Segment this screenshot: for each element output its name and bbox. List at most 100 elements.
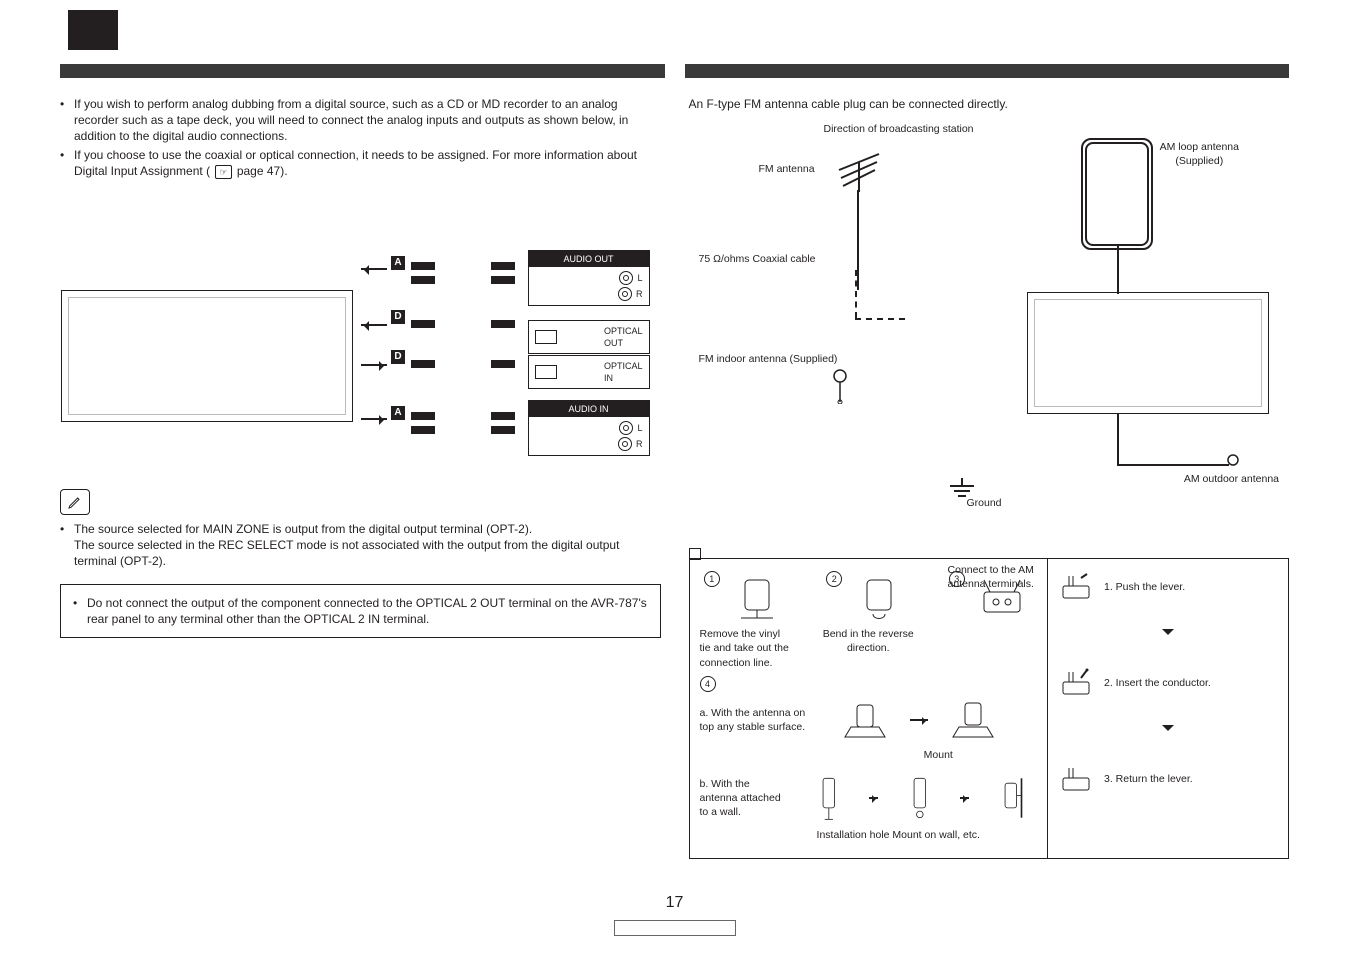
down-arrow-icon (1162, 629, 1174, 641)
optical-plug-out-right (491, 320, 515, 328)
cable-tag-a-top: A (391, 256, 405, 270)
port-optical-out-label-1: OPTICAL (604, 326, 643, 336)
rca-plug-pair-out-right (491, 262, 515, 284)
lever-icon-2 (1058, 667, 1094, 699)
am-loop-assembly-box: 1 Remove the vinyl tie and take out the … (689, 558, 1290, 859)
lever-step-3: 3. Return the lever. (1104, 772, 1193, 786)
assembly-row-1: 1 Remove the vinyl tie and take out the … (700, 571, 1038, 670)
arrow-icon (869, 797, 878, 799)
step-2-figure (848, 571, 910, 623)
am-outdoor-lead-h (1117, 464, 1229, 466)
lever-step-2: 2. Insert the conductor. (1104, 676, 1211, 690)
note-main-zone-line1: The source selected for MAIN ZONE is out… (74, 522, 532, 536)
step-b-figure-1 (801, 772, 855, 824)
note-main-zone-line2: The source selected in the REC SELECT mo… (74, 537, 661, 569)
label-fm-indoor: FM indoor antenna (Supplied) (699, 352, 838, 366)
step-1-text: Remove the vinyl tie and take out the co… (700, 627, 793, 670)
arrow-from-receiver-optical-in (361, 364, 387, 366)
rca-plug-pair-in (411, 412, 435, 434)
am-loop-icon (1085, 142, 1149, 246)
channel-l: L (637, 272, 642, 284)
channel-l: L (637, 422, 642, 434)
coax-dashed (855, 270, 857, 318)
label-supplied-1: (Supplied) (1175, 155, 1223, 167)
channel-r: R (636, 438, 643, 450)
step-a-text: a. With the antenna on top any stable su… (700, 706, 820, 734)
cable-tag-a-bottom: A (391, 406, 405, 420)
arrow-icon (960, 797, 969, 799)
intro-bullets: If you wish to perform analog dubbing fr… (60, 96, 661, 179)
channel-r: R (636, 288, 643, 300)
receiver-rear-mini (1027, 292, 1269, 414)
note-main-zone: The source selected for MAIN ZONE is out… (60, 521, 661, 570)
caution-text: Do not connect the output of the compone… (73, 595, 648, 627)
step-b-text: b. With the antenna attached to a wall. (700, 777, 788, 820)
rca-plug-pair-out (411, 262, 435, 284)
install-label: Installation hole Mount on wall, etc. (760, 828, 1038, 842)
port-audio-out: AUDIO OUT L R (528, 250, 650, 306)
down-arrow-icon (1162, 725, 1174, 737)
rca-jack-icon (619, 271, 633, 285)
page-number: 17 (666, 892, 684, 914)
antenna-intro: An F-type FM antenna cable plug can be c… (689, 96, 1290, 112)
label-coax: 75 Ω/ohms Coaxial cable (699, 252, 816, 266)
page-reference-text: page 47). (234, 164, 288, 178)
page-reference-icon: ☞ (215, 165, 231, 179)
optical-plug-in-right (491, 360, 515, 368)
arrow-icon (910, 719, 928, 721)
step-2-text: Bend in the reverse direction. (822, 627, 915, 655)
page-number-box (614, 920, 736, 936)
port-optical-out: OPTICAL OUT (528, 320, 650, 354)
note-icon (60, 489, 90, 515)
right-column: An F-type FM antenna cable plug can be c… (689, 96, 1290, 859)
fm-lead (857, 190, 859, 290)
am-outdoor-lead-v (1117, 414, 1119, 464)
step-3-text: Connect to the AM antenna terminals. (945, 563, 1038, 591)
lever-step-1: 1. Push the lever. (1104, 580, 1185, 594)
lever-icon-1 (1058, 571, 1094, 603)
receiver-rear-panel (61, 290, 353, 422)
caution-box: Do not connect the output of the compone… (60, 584, 661, 638)
step-1-figure (726, 571, 788, 623)
assembly-right: 1. Push the lever. 2. Insert the conduct… (1048, 559, 1288, 858)
step-4-number: 4 (700, 676, 716, 692)
arrow-from-receiver-audio-in (361, 418, 387, 420)
cable-tag-d-bottom: D (391, 350, 405, 364)
optical-plug-out (411, 320, 435, 328)
label-direction: Direction of broadcasting station (769, 122, 1029, 136)
label-am-loop: AM loop antenna (Supplied) (1160, 140, 1239, 168)
page-root: If you wish to perform analog dubbing fr… (0, 0, 1349, 954)
outdoor-terminal-icon (1225, 452, 1241, 468)
header-section-bars (60, 64, 1289, 78)
mount-label: Mount (840, 748, 1038, 762)
bullet-assignment: If you choose to use the coaxial or opti… (60, 147, 661, 179)
step-b-figure-3 (983, 772, 1037, 824)
port-optical-in-label-1: OPTICAL (604, 361, 643, 371)
pencil-icon (67, 494, 83, 510)
step-1-number: 1 (704, 571, 720, 587)
bullet-analog-dubbing: If you wish to perform analog dubbing fr… (60, 96, 661, 145)
section-bar-right (685, 64, 1290, 78)
port-audio-out-title: AUDIO OUT (529, 251, 649, 267)
bullet-assignment-text: If you choose to use the coaxial or opti… (74, 148, 637, 178)
header-black-tab (68, 10, 118, 50)
label-am-outdoor: AM outdoor antenna (1184, 472, 1279, 486)
rca-jack-icon (618, 287, 632, 301)
cable-tag-d-top: D (391, 310, 405, 324)
lever-icon-3 (1058, 763, 1094, 795)
step-2-number: 2 (826, 571, 842, 587)
optical-jack-icon (535, 330, 557, 344)
label-fm-antenna: FM antenna (759, 162, 815, 176)
rca-plug-pair-in-right (491, 412, 515, 434)
left-column: If you wish to perform analog dubbing fr… (60, 96, 661, 859)
port-optical-in-label-2: IN (604, 373, 613, 383)
arrow-to-receiver-optical-out (361, 324, 387, 326)
section-bar-left (60, 64, 665, 78)
rca-jack-icon (618, 437, 632, 451)
port-audio-in-title: AUDIO IN (529, 401, 649, 417)
fm-indoor-icon (829, 368, 851, 404)
step-a-figure-1 (834, 694, 896, 746)
coax-to-receiver (855, 318, 905, 320)
port-optical-in: OPTICAL IN (528, 355, 650, 389)
ground-icon (947, 478, 977, 500)
